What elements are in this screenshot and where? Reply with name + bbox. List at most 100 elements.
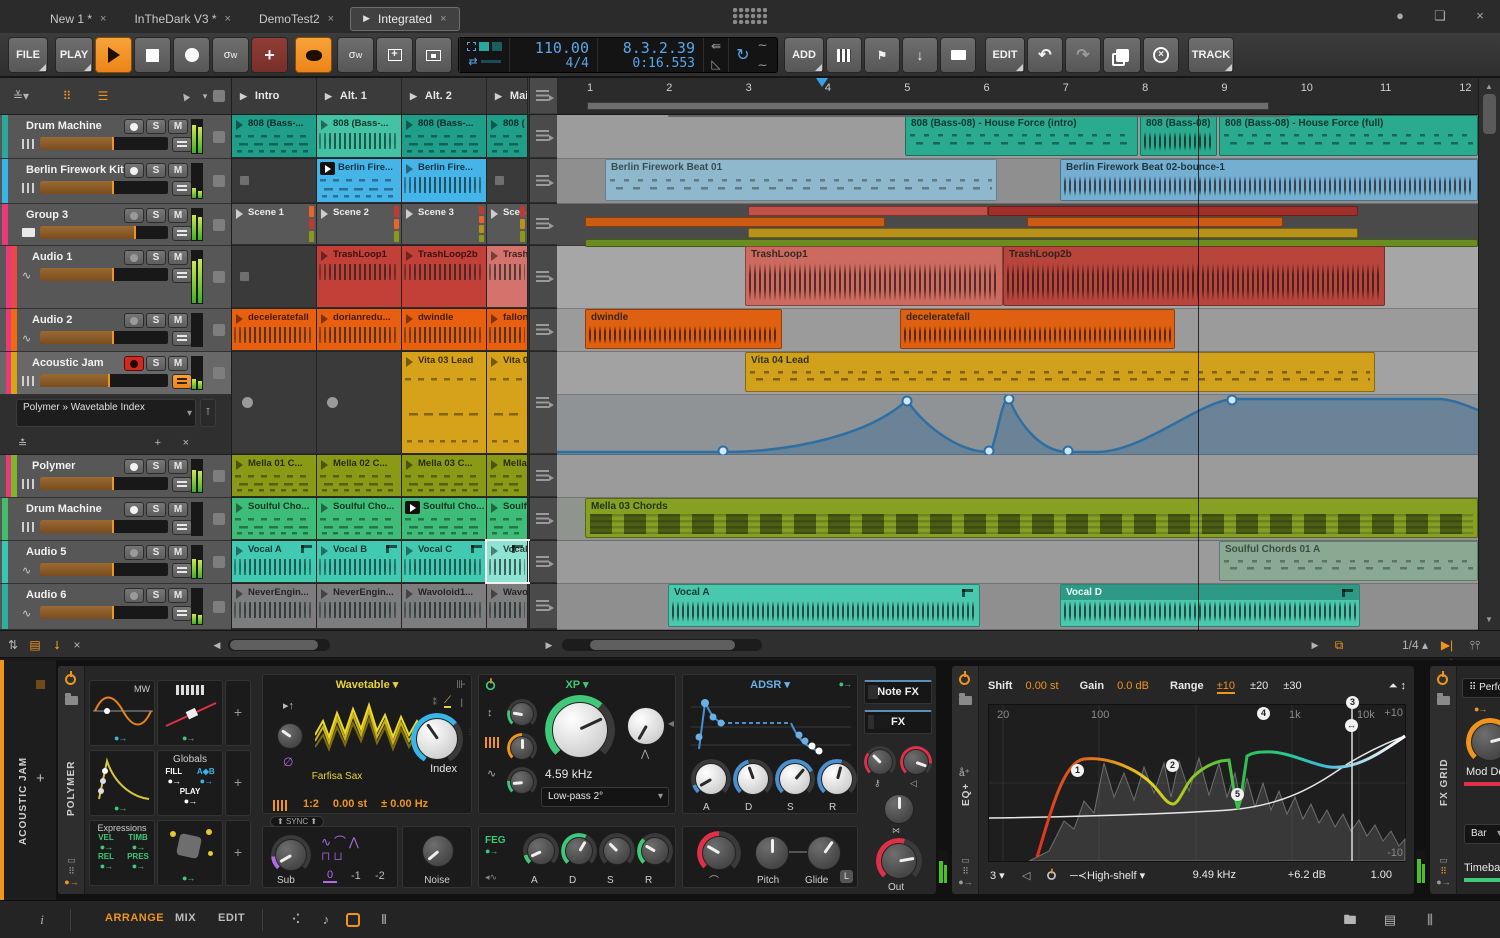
launcher-clip[interactable]: 808 (Bass-... [232,115,317,157]
volume-fader[interactable] [40,477,168,490]
record-arm-button[interactable] [124,588,144,603]
clip-play-icon[interactable] [491,357,498,367]
clip-play-icon[interactable] [236,314,243,324]
amp-env-title[interactable]: ADSR ▾ [683,678,857,691]
filter-cutoff-value[interactable]: 4.59 kHz [545,767,592,781]
loop-groove-icons[interactable]: ↻ ∼ ∼ [728,38,774,72]
eq-band-select[interactable]: 3 ▾ [990,869,1005,882]
spectrum-icon[interactable]: ⊪ [456,678,466,691]
launcher-clip[interactable]: Trash [487,246,528,307]
scene-play-icon[interactable]: ▶ [495,91,502,102]
track-header[interactable]: Audio 6 S M ∿ [0,584,231,630]
arranger-clip[interactable]: Berlin Firework Beat 01 [605,159,997,201]
mute-button[interactable]: M [168,502,188,517]
grid-small-icon[interactable]: ▤ [26,636,44,654]
file-menu-button[interactable]: FILE [8,37,48,73]
launcher-clip[interactable]: Mella [487,455,528,496]
stop-all-clips-button[interactable] [213,324,225,336]
launcher-clip[interactable]: TrashLoop1 [317,246,402,307]
arranger-hscrollbar[interactable] [562,639,762,651]
arranger-clip[interactable]: deceleratefall [900,309,1175,349]
volume-fader[interactable] [40,374,168,387]
eq-band-q[interactable]: 1.00 [1371,869,1392,881]
keytrack-icon[interactable] [273,800,289,811]
env-curve-knob[interactable] [702,836,736,870]
clip-play-icon[interactable] [236,546,243,556]
out-knob[interactable] [881,843,917,879]
filter-env-icon[interactable]: ∿ [487,767,496,780]
launcher-clip[interactable]: Scene 2 [317,204,402,244]
device-polymer[interactable]: POLYMER ▭ ⠿ ●→ MW ●→ ●→ + ●→ Globals FILL ●… [58,666,936,894]
clip-play-icon[interactable] [406,589,413,599]
track-header[interactable]: Drum Machine S M [0,115,231,159]
record-arm-button[interactable] [124,356,144,371]
arranger-clip[interactable] [748,206,988,216]
eq-band-gain[interactable]: +6.2 dB [1288,869,1326,881]
clip-play-icon[interactable] [321,314,328,324]
view-mix-button[interactable]: MIX [175,912,196,924]
volume-fader[interactable] [40,563,168,576]
pre-roll-icon[interactable]: ⇚ [711,39,721,53]
launcher-clip[interactable]: Vocal A [232,541,317,582]
automation-param-chooser[interactable]: Polymer » Wavetable Index [16,399,196,427]
add-modulator-icon[interactable]: å⁺ [959,768,970,779]
punch-out-button[interactable] [415,37,452,73]
wavetable-name[interactable]: Farfisa Sax [263,771,411,782]
sub-waveform-icons[interactable]: ∿⌒⋀ [321,833,362,850]
clip-play-icon[interactable] [236,503,243,513]
scene-queue-cell[interactable] [529,246,557,307]
record-arm-button[interactable] [124,208,144,223]
note-fx-button[interactable]: Note FX [864,680,932,704]
launcher-clip[interactable]: dwindle [402,309,487,350]
scene-header[interactable]: ▶ Intro [232,78,317,114]
project-tab-active[interactable]: ▶ Integrated × [350,6,460,31]
ab-crossfade-knob[interactable] [884,794,914,824]
add-modulator-slot[interactable]: + [225,680,251,746]
osc-semitones[interactable]: 0.00 st [333,798,367,811]
add-lane-icon[interactable]: + [155,437,161,449]
timebase-select[interactable]: Bar [1464,824,1500,844]
arranger-clip[interactable]: dwindle [585,309,782,349]
launcher-overdub-button[interactable] [295,37,332,73]
launcher-clip[interactable]: NeverEngin... [232,584,317,628]
clip-slot[interactable] [487,159,528,202]
meter-panel-icon[interactable]: ⫼ [1420,910,1440,930]
sub-knob[interactable] [275,839,307,871]
eq-band-point-1[interactable]: 1 [1071,764,1084,777]
record-arm-button[interactable] [124,545,144,560]
punch-in-button[interactable]: + [376,37,413,73]
record-arm-button[interactable] [124,313,144,328]
track-header[interactable]: Drum Machine S M [0,498,231,541]
eq-band-freq[interactable]: 9.49 kHz [1193,869,1236,881]
noise-knob[interactable] [422,835,454,867]
scrollbar-handle[interactable] [1483,94,1496,134]
record-arm-button[interactable] [124,459,144,474]
track-menu-button[interactable] [172,268,192,283]
mod-route-icon[interactable]: ●→ [1474,704,1487,714]
osc-ratio[interactable]: 1:2 [303,798,319,811]
stop-all-clips-button[interactable] [213,600,225,613]
launcher-clip[interactable]: Berlin Fire... [402,159,487,202]
ab-mod[interactable]: A◆B ●→ [197,767,215,786]
delete-button[interactable]: × [1143,37,1179,73]
add-menu-button[interactable]: ADD [784,37,824,73]
arranger-clip[interactable]: Vocal D [1060,584,1360,627]
arranger-scroll-right-icon[interactable]: ▶ [1306,636,1324,654]
osc-detune[interactable]: ± 0.00 Hz [381,798,428,811]
launcher-clip[interactable]: 808 (Bass-... [317,115,402,157]
favorite-icon[interactable]: ≛ [18,438,27,450]
clip-play-icon[interactable] [321,546,328,556]
clip-play-icon[interactable] [321,503,328,513]
track-menu-button[interactable] [172,181,192,196]
record-button[interactable] [173,37,210,73]
arranger-clip[interactable]: 808 (Bass-08) - House Force (intro) [905,115,1138,156]
modulator-globals[interactable]: Globals FILL ●→ A◆B ●→ PLAY ●→ [157,750,223,816]
track-header[interactable]: Berlin Firework Kit S M [0,159,231,204]
arranger-clip[interactable]: Soulful Chords 01 A [1219,541,1478,581]
arranger-clip[interactable] [585,217,885,227]
launcher-clip[interactable]: Berlin Fire... [317,159,402,202]
clip-play-icon[interactable] [491,120,498,130]
clip-play-icon[interactable] [236,589,243,599]
solo-button[interactable]: S [146,163,166,178]
play-mod[interactable]: PLAY ●→ [158,787,222,806]
